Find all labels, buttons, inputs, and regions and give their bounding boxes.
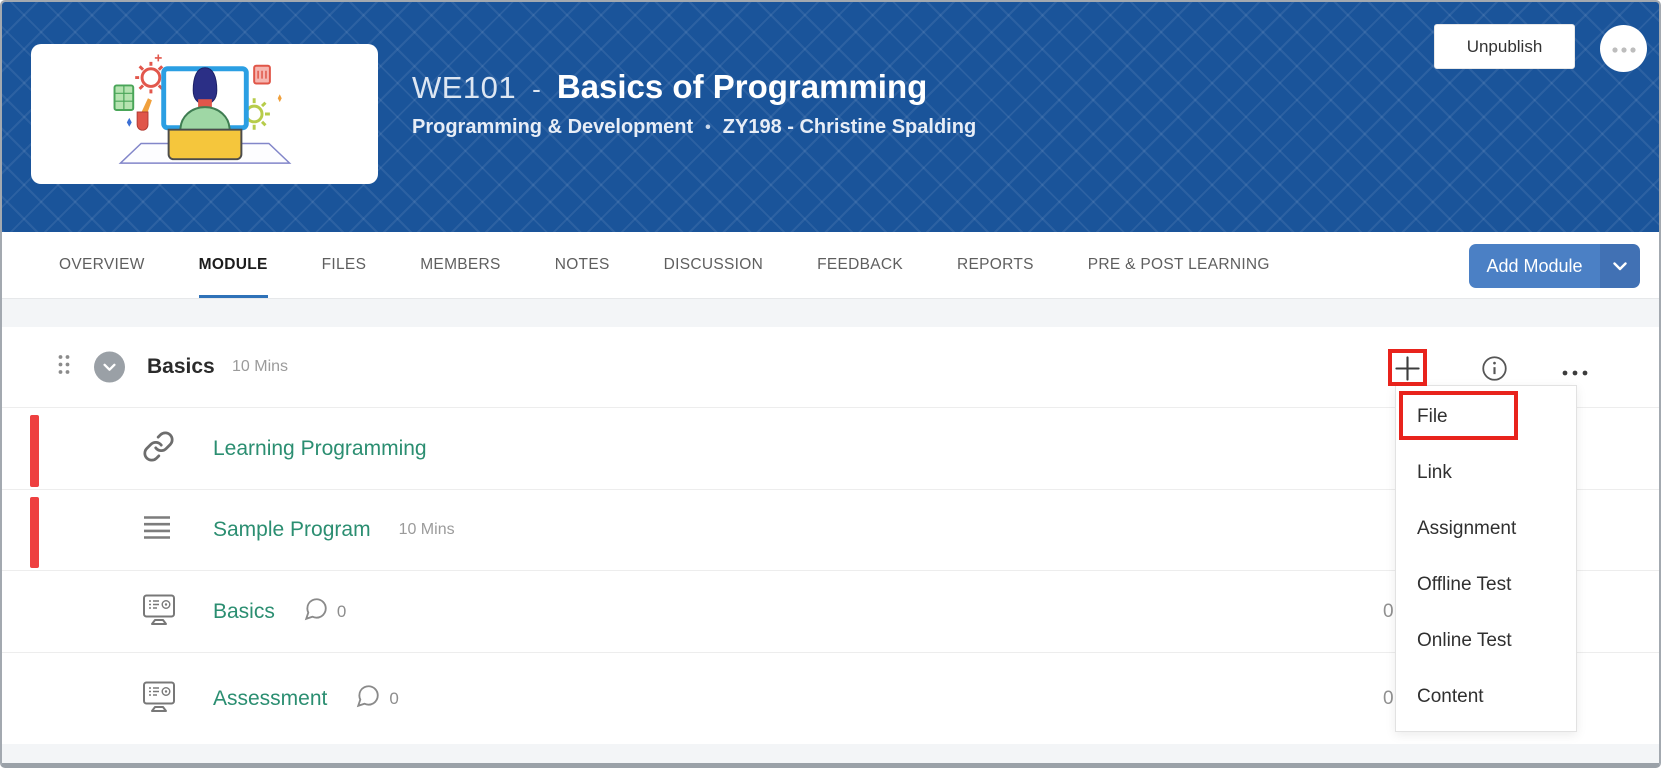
course-title-block: WE101 - Basics of Programming Programmin…	[412, 68, 976, 139]
add-module-button[interactable]: Add Module	[1469, 244, 1600, 288]
tabs: OVERVIEW MODULE FILES MEMBERS NOTES DISC…	[2, 232, 1270, 298]
menu-item-online-test[interactable]: Online Test	[1396, 613, 1576, 669]
status-flag	[30, 497, 39, 568]
online-test-icon	[142, 680, 176, 717]
tab-reports[interactable]: REPORTS	[957, 232, 1034, 298]
module-duration: 10 Mins	[232, 358, 289, 375]
drag-handle-icon[interactable]	[57, 354, 71, 381]
add-content-button[interactable]	[1394, 355, 1421, 387]
item-title-link[interactable]: Learning Programming	[213, 437, 427, 461]
course-thumbnail-card	[31, 44, 378, 184]
hero-more-button[interactable]	[1600, 25, 1647, 72]
comments-button[interactable]: 0	[355, 683, 399, 714]
tab-members[interactable]: MEMBERS	[420, 232, 500, 298]
course-tab-bar: OVERVIEW MODULE FILES MEMBERS NOTES DISC…	[2, 232, 1659, 299]
title-dash: -	[532, 74, 541, 104]
tab-pre-post-learning[interactable]: PRE & POST LEARNING	[1088, 232, 1270, 298]
item-title-link[interactable]: Basics	[213, 600, 275, 624]
page-title: Basics of Programming	[556, 68, 928, 105]
item-title-link[interactable]: Assessment	[213, 687, 327, 711]
module-info-button[interactable]	[1481, 355, 1508, 387]
tab-notes[interactable]: NOTES	[555, 232, 610, 298]
comment-count: 0	[336, 601, 347, 621]
separator-dot: •	[705, 118, 711, 136]
person-at-computer-illustration	[96, 53, 314, 176]
course-hero-banner: WE101 - Basics of Programming Programmin…	[2, 2, 1659, 232]
add-module-dropdown-button[interactable]	[1600, 244, 1640, 288]
course-page: WE101 - Basics of Programming Programmin…	[0, 0, 1661, 768]
comment-count: 0	[389, 688, 399, 708]
ellipsis-icon	[1611, 40, 1637, 58]
tab-discussion[interactable]: DISCUSSION	[664, 232, 763, 298]
tab-files[interactable]: FILES	[322, 232, 367, 298]
unpublish-button[interactable]: Unpublish	[1434, 24, 1575, 69]
status-flag	[30, 415, 39, 487]
course-code: WE101	[412, 70, 517, 105]
ellipsis-icon	[1562, 363, 1588, 380]
progress-value: 0	[1383, 600, 1394, 622]
link-icon	[142, 430, 175, 468]
module-title: Basics	[147, 355, 215, 378]
menu-item-link[interactable]: Link	[1396, 445, 1576, 501]
lines-icon	[142, 515, 172, 546]
course-category: Programming & Development	[412, 116, 694, 138]
comments-button[interactable]: 0	[303, 596, 346, 627]
menu-item-offline-test[interactable]: Offline Test	[1396, 557, 1576, 613]
menu-item-assignment[interactable]: Assignment	[1396, 501, 1576, 557]
item-title-link[interactable]: Sample Program	[213, 518, 371, 542]
plus-icon	[1394, 356, 1421, 386]
module-collapse-button[interactable]	[94, 351, 125, 383]
module-more-button[interactable]	[1562, 363, 1588, 381]
menu-item-content[interactable]: Content	[1396, 669, 1576, 725]
progress-value: 0	[1383, 687, 1394, 709]
tab-overview[interactable]: OVERVIEW	[59, 232, 145, 298]
chevron-down-icon	[103, 358, 116, 376]
comment-bubble-icon	[303, 596, 329, 627]
tab-module[interactable]: MODULE	[198, 232, 268, 298]
online-test-icon	[142, 593, 176, 630]
course-instructor: ZY198 - Christine Spalding	[722, 116, 977, 138]
comment-bubble-icon	[355, 683, 381, 714]
add-module-split-button: Add Module	[1469, 244, 1640, 288]
chevron-down-icon	[1613, 259, 1627, 274]
tab-feedback[interactable]: FEEDBACK	[817, 232, 903, 298]
item-duration: 10 Mins	[398, 521, 455, 538]
menu-item-file[interactable]: File	[1396, 389, 1576, 445]
info-icon	[1481, 356, 1508, 386]
add-content-dropdown-menu: File Link Assignment Offline Test Online…	[1395, 385, 1577, 732]
